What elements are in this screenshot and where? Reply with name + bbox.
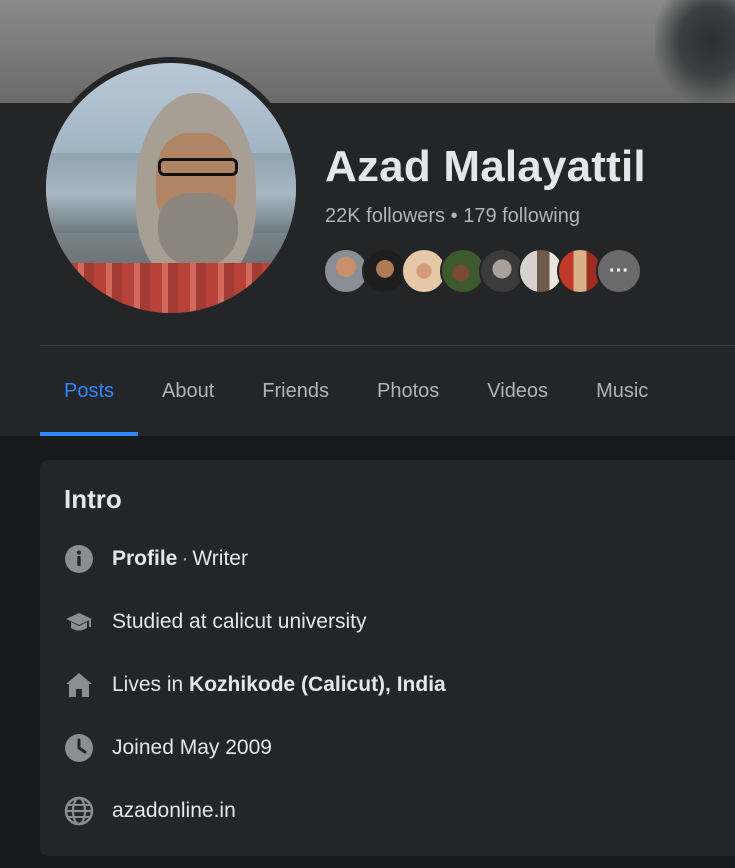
tab-friends[interactable]: Friends [238,356,353,428]
intro-title: Intro [64,484,122,514]
profile-name: Azad Malayattil [325,142,646,191]
more-friends-button[interactable]: ··· [596,248,642,294]
more-icon: ··· [609,259,629,282]
education-text[interactable]: Studied at calicut university [112,610,366,634]
friend-avatars: ··· [323,248,642,298]
profile-stats: 22K followers • 179 following [325,205,580,228]
clock-icon [64,733,94,763]
website-link[interactable]: azadonline.in [112,799,236,823]
tab-music[interactable]: Music [572,356,672,428]
graduation-cap-icon [64,607,94,637]
lives-prefix: Lives in [112,673,184,696]
palm-tree-image [655,0,735,103]
tab-videos[interactable]: Videos [463,356,572,428]
profile-separator: · [181,547,189,570]
joined-text: Joined May 2009 [112,736,272,759]
stats-separator: • [450,205,458,227]
home-icon [64,670,94,700]
info-icon [64,544,94,574]
globe-icon [64,796,94,826]
profile-value: Writer [192,547,248,570]
following-link[interactable]: 179 following [463,205,580,227]
profile-label[interactable]: Profile [112,547,177,571]
intro-profile-row: Profile · Writer [64,542,248,576]
followers-link[interactable]: 22K followers [325,205,445,227]
profile-picture[interactable] [40,57,302,319]
header-divider [40,345,735,346]
tab-photos[interactable]: Photos [353,356,463,428]
intro-joined-row: Joined May 2009 [64,731,272,765]
intro-card: Intro Profile · Writer Studied at calicu… [40,460,735,856]
intro-location-row: Lives in Kozhikode (Calicut), India [64,668,446,702]
profile-tabs: Posts About Friends Photos Videos Music [40,356,672,436]
tab-posts[interactable]: Posts [40,356,139,436]
lives-place-link[interactable]: Kozhikode (Calicut), India [189,673,446,697]
intro-website-row: azadonline.in [64,794,236,828]
tab-about[interactable]: About [138,356,238,428]
profile-photo-image [46,63,296,313]
intro-education-row: Studied at calicut university [64,605,366,639]
